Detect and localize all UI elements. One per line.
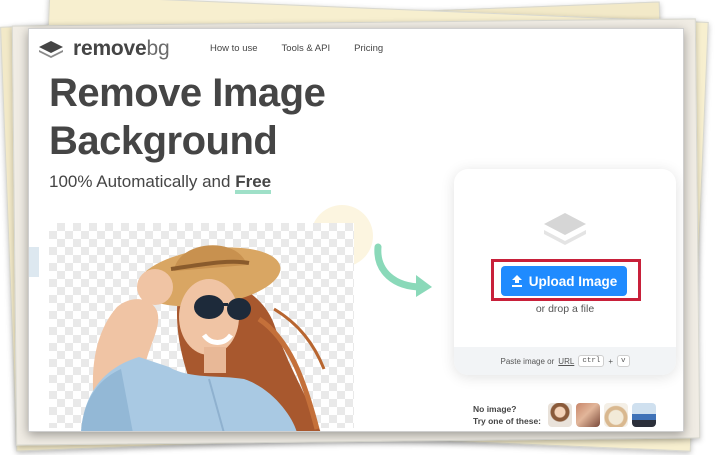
sample-prompt-line-2: Try one of these: [473, 416, 542, 426]
brand-name-main: remove [73, 37, 147, 60]
page-screenshot: removebg How to use Tools & API Pricing … [28, 28, 684, 432]
shortcut-plus: + [608, 356, 613, 366]
headline-line-2: Background [49, 119, 278, 163]
sample-thumbnail-food[interactable] [604, 403, 628, 427]
brand-logo[interactable]: removebg [37, 37, 170, 61]
shortcut-key-v: v [617, 355, 630, 367]
side-decoration [29, 247, 39, 277]
shortcut-key-ctrl: ctrl [578, 355, 605, 367]
paste-hint-bar: Paste image or URL ctrl + v [454, 347, 676, 375]
sample-thumbnail-person[interactable] [576, 403, 600, 427]
brand-name: removebg [73, 37, 170, 61]
sample-images-prompt: No image? Try one of these: [473, 403, 541, 427]
nav-link-tools-api[interactable]: Tools & API [282, 43, 331, 54]
layers-logo-icon [39, 41, 63, 58]
brand-name-suffix: bg [146, 37, 170, 60]
nav-links: How to use Tools & API Pricing [210, 43, 383, 54]
paste-hint-text: Paste image or [500, 356, 555, 366]
tagline: 100% Automatically and Free [49, 172, 271, 192]
upload-arrow-icon [511, 275, 522, 287]
page-title: Remove Image Background [49, 69, 326, 165]
headline-line-1: Remove Image [49, 71, 326, 115]
sample-images [548, 403, 656, 427]
upload-image-button[interactable]: Upload Image [501, 266, 627, 296]
sample-prompt-line-1: No image? [473, 404, 517, 414]
tagline-emphasis: Free [235, 172, 272, 191]
layers-placeholder-icon [544, 213, 586, 245]
top-nav: removebg How to use Tools & API Pricing [29, 29, 683, 71]
demo-person-image [81, 245, 326, 431]
paste-url-link[interactable]: URL [558, 357, 574, 366]
nav-link-pricing[interactable]: Pricing [354, 43, 383, 54]
sample-thumbnail-woman[interactable] [548, 403, 572, 427]
tagline-prefix: 100% Automatically and [49, 172, 231, 191]
upload-panel: Upload Image or drop a file [454, 169, 676, 375]
drop-file-hint: or drop a file [535, 303, 595, 315]
upload-button-label: Upload Image [528, 273, 618, 289]
arrow-to-upload-icon [374, 243, 432, 297]
nav-link-how-to-use[interactable]: How to use [210, 43, 258, 54]
sample-thumbnail-car[interactable] [632, 403, 656, 427]
